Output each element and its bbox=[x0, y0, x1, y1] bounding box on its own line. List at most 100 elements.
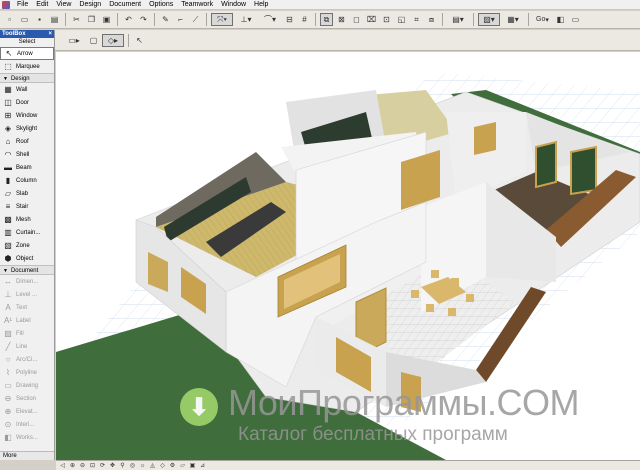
tool-line[interactable]: ╱ Line bbox=[0, 340, 54, 353]
close-x-icon[interactable]: ⊠ bbox=[335, 13, 348, 26]
pencil-icon[interactable]: ✎ bbox=[159, 13, 172, 26]
tool-slab[interactable]: ▱ Slab bbox=[0, 187, 54, 200]
fit-in-window-icon[interactable]: ⊡ bbox=[88, 462, 97, 470]
tool-interi[interactable]: ⊙ Interi... bbox=[0, 418, 54, 431]
tool-level[interactable]: ⊥ Level ... bbox=[0, 288, 54, 301]
wall-icon: ▦ bbox=[4, 85, 12, 94]
tool-fill[interactable]: ▨ Fill bbox=[0, 327, 54, 340]
save-icon[interactable]: ▪ bbox=[33, 13, 46, 26]
adjust-icon[interactable]: ⊡ bbox=[380, 13, 393, 26]
menu-document[interactable]: Document bbox=[105, 0, 145, 10]
tool-beam[interactable]: ▬ Beam bbox=[0, 161, 54, 174]
layers-icon[interactable]: ⧉ bbox=[320, 13, 333, 26]
sun-icon[interactable]: ☼ bbox=[138, 462, 147, 470]
3d-camera-icon[interactable]: ◎ bbox=[128, 462, 137, 470]
tool-zone[interactable]: ▧ Zone bbox=[0, 239, 54, 252]
design-section-header[interactable]: ▼ Design bbox=[0, 73, 54, 83]
gravity-icon[interactable]: ⊥▾ bbox=[235, 13, 257, 26]
tool-label[interactable]: A¹ Label bbox=[0, 314, 54, 327]
undo-zoom-icon[interactable]: ◁ bbox=[58, 462, 67, 470]
tool-door[interactable]: ◫ Door bbox=[0, 96, 54, 109]
window-layout-icon[interactable]: ▦▾ bbox=[502, 13, 524, 26]
clear-icon[interactable]: ◻ bbox=[350, 13, 363, 26]
copy-icon[interactable]: ❐ bbox=[85, 13, 98, 26]
undo-icon[interactable]: ↶ bbox=[122, 13, 135, 26]
rectangle-selection-icon[interactable]: ▢ bbox=[87, 34, 100, 47]
scale-icon[interactable]: ⊿ bbox=[198, 462, 207, 470]
more-tools-button[interactable]: More bbox=[0, 451, 54, 460]
tool-section[interactable]: ⊖ Section bbox=[0, 392, 54, 405]
relative-construction-icon[interactable]: ⌒▾ bbox=[259, 13, 281, 26]
tool-elevat[interactable]: ⊕ Elevat... bbox=[0, 405, 54, 418]
tool-text[interactable]: A Text bbox=[0, 301, 54, 314]
tool-stair[interactable]: ≡ Stair bbox=[0, 200, 54, 213]
tool-window[interactable]: ⊞ Window bbox=[0, 109, 54, 122]
axonometry-icon[interactable]: ◇ bbox=[158, 462, 167, 470]
menu-file[interactable]: File bbox=[13, 0, 32, 10]
trim-icon[interactable]: ◱ bbox=[395, 13, 408, 26]
split-icon[interactable]: ⌗ bbox=[410, 13, 423, 26]
menu-options[interactable]: Options bbox=[145, 0, 177, 10]
menu-view[interactable]: View bbox=[52, 0, 75, 10]
tool-dimen[interactable]: ↔ Dimen... bbox=[0, 275, 54, 288]
tool-arrow[interactable]: ↖ Arrow bbox=[0, 47, 54, 60]
tool-curtain[interactable]: ▥ Curtain... bbox=[0, 226, 54, 239]
tool-works[interactable]: ◧ Works... bbox=[0, 431, 54, 444]
menu-teamwork[interactable]: Teamwork bbox=[177, 0, 217, 10]
rotated-selection-icon[interactable]: ◇▸ bbox=[102, 33, 124, 47]
shell-icon: ◠ bbox=[4, 150, 12, 159]
cube-icon[interactable]: ▣ bbox=[188, 462, 197, 470]
tool-arc-ci[interactable]: ○ Arc/Ci... bbox=[0, 353, 54, 366]
grid-icon[interactable]: # bbox=[298, 13, 311, 26]
view-options-icon[interactable]: ▤▾ bbox=[447, 13, 469, 26]
selection-method-icon[interactable]: ▭▸ bbox=[63, 34, 85, 47]
orbit-icon[interactable]: ⟳ bbox=[98, 462, 107, 470]
suspend-groups-icon[interactable]: ⊟ bbox=[283, 13, 296, 26]
pick-up-icon[interactable]: ⟋ bbox=[189, 13, 202, 26]
tool-object[interactable]: ⬢ Object bbox=[0, 252, 54, 265]
tool-polyline[interactable]: ⌇ Polyline bbox=[0, 366, 54, 379]
open-folder-icon[interactable]: ▭ bbox=[18, 13, 31, 26]
toolbar-separator bbox=[128, 33, 129, 47]
pan-icon[interactable]: ✥ bbox=[108, 462, 117, 470]
intersection-icon[interactable]: ⌧ bbox=[365, 13, 378, 26]
menu-window[interactable]: Window bbox=[217, 0, 250, 10]
tool-drawing[interactable]: ▭ Drawing bbox=[0, 379, 54, 392]
zoom-in-icon[interactable]: ⊕ bbox=[68, 462, 77, 470]
navigator-icon[interactable]: ◧ bbox=[554, 13, 567, 26]
pointer-icon[interactable]: ↖ bbox=[133, 34, 146, 47]
new-file-icon[interactable]: ▫ bbox=[3, 13, 16, 26]
snap-guides-icon[interactable]: ⤧▾ bbox=[211, 13, 233, 26]
cut-plane-icon[interactable]: ▱ bbox=[178, 462, 187, 470]
document-section-header[interactable]: ▼ Document bbox=[0, 265, 54, 275]
menu-design[interactable]: Design bbox=[75, 0, 105, 10]
brush-icon[interactable]: ⌐ bbox=[174, 13, 187, 26]
tool-marquee[interactable]: ⬚ Marquee bbox=[0, 60, 54, 73]
tool-roof[interactable]: ⌂ Roof bbox=[0, 135, 54, 148]
zoom-out-icon[interactable]: ⊖ bbox=[78, 462, 87, 470]
explore-icon[interactable]: ⚲ bbox=[118, 462, 127, 470]
menu-help[interactable]: Help bbox=[250, 0, 272, 10]
redo-icon[interactable]: ↷ bbox=[137, 13, 150, 26]
fill-icon: ▨ bbox=[4, 329, 12, 338]
tool-shell[interactable]: ◠ Shell bbox=[0, 148, 54, 161]
tool-column[interactable]: ▮ Column bbox=[0, 174, 54, 187]
3d-view-icon[interactable]: ▨▾ bbox=[478, 13, 500, 26]
tool-label: Door bbox=[16, 99, 30, 106]
go-menu-button[interactable]: Go ▾ bbox=[533, 13, 552, 26]
tool-wall[interactable]: ▦ Wall bbox=[0, 83, 54, 96]
settings-icon[interactable]: ⚙ bbox=[168, 462, 177, 470]
tool-label: Stair bbox=[16, 203, 29, 210]
dining-chair bbox=[451, 278, 459, 286]
tool-label: Arrow bbox=[17, 50, 33, 57]
perspective-icon[interactable]: ◬ bbox=[148, 462, 157, 470]
paste-icon[interactable]: ▣ bbox=[100, 13, 113, 26]
tool-skylight[interactable]: ◈ Skylight bbox=[0, 122, 54, 135]
menu-edit[interactable]: Edit bbox=[32, 0, 52, 10]
cut-icon[interactable]: ✂ bbox=[70, 13, 83, 26]
info-box-icon[interactable]: ▭ bbox=[569, 13, 582, 26]
close-icon[interactable]: × bbox=[48, 30, 54, 38]
tool-mesh[interactable]: ▩ Mesh bbox=[0, 213, 54, 226]
offset-icon[interactable]: ⧈ bbox=[425, 13, 438, 26]
print-icon[interactable]: ▤ bbox=[48, 13, 61, 26]
